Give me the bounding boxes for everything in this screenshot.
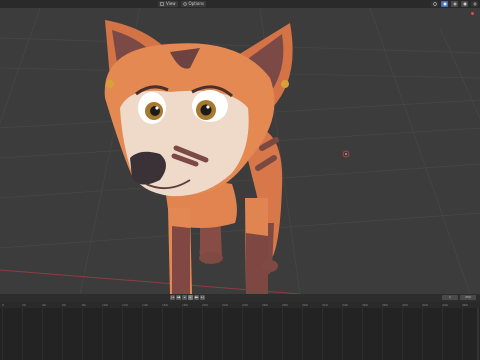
frame-gridline	[122, 308, 123, 360]
shading-material-icon[interactable]	[451, 1, 458, 7]
frame-gridline	[202, 308, 203, 360]
end-frame-field[interactable]: 250	[460, 295, 476, 300]
frame-gridline	[342, 308, 343, 360]
playback-controls: |◂ ◂◆ ◂ ▸ ◆▸ ▸|	[170, 295, 205, 300]
frame-gridline	[62, 308, 63, 360]
viewport-scene	[0, 8, 480, 294]
viewport-header: View Options	[0, 0, 480, 8]
start-frame-field[interactable]: 1	[442, 295, 458, 300]
frame-gridline	[382, 308, 383, 360]
frame-gridline	[262, 308, 263, 360]
header-right-tools	[431, 0, 478, 8]
frame-gridline	[462, 308, 463, 360]
navigation-gizmo-x[interactable]	[471, 12, 474, 15]
play-reverse-icon[interactable]: ◂	[182, 295, 187, 300]
options-label: Options	[188, 1, 204, 6]
frame-gridline	[2, 308, 3, 360]
frame-gridline	[82, 308, 83, 360]
timeline-editor: |◂ ◂◆ ◂ ▸ ◆▸ ▸| 1 250 0 20 40 60 80 100 120 140 160 18…	[0, 294, 480, 360]
header-center-menu: View Options	[158, 0, 206, 8]
prev-key-icon[interactable]: ◂◆	[176, 295, 181, 300]
frame-gridline	[22, 308, 23, 360]
frame-gridline	[182, 308, 183, 360]
jump-end-icon[interactable]: ▸|	[200, 295, 205, 300]
shading-solid-icon[interactable]	[441, 1, 448, 7]
timeline-scrollbar[interactable]	[477, 308, 479, 360]
overlay-icon[interactable]	[431, 1, 438, 7]
jump-start-icon[interactable]: |◂	[170, 295, 175, 300]
orientation-icon	[160, 2, 164, 6]
frame-gridline	[422, 308, 423, 360]
keyframe-area[interactable]	[0, 308, 480, 360]
frame-gridline	[362, 308, 363, 360]
frame-gridline	[442, 308, 443, 360]
pivot-icon	[182, 2, 187, 6]
frame-gridline	[102, 308, 103, 360]
play-icon[interactable]: ▸	[188, 295, 193, 300]
gizmo-icon[interactable]	[471, 1, 478, 7]
next-key-icon[interactable]: ◆▸	[194, 295, 199, 300]
frame-range: 1 250	[442, 295, 476, 300]
fox-character[interactable]	[104, 20, 293, 294]
blender-window: View Options |◂ ◂◆ ◂ ▸ ◆▸ ▸| 1 250 0 20 …	[0, 0, 480, 360]
3d-viewport[interactable]	[0, 8, 480, 294]
options-dropdown[interactable]: Options	[180, 1, 206, 7]
frame-gridline	[222, 308, 223, 360]
frame-gridline	[42, 308, 43, 360]
frame-gridline	[162, 308, 163, 360]
frame-gridline	[322, 308, 323, 360]
frame-gridline	[142, 308, 143, 360]
frame-gridline	[282, 308, 283, 360]
frame-gridline	[402, 308, 403, 360]
view-label: View	[166, 1, 176, 6]
view-dropdown[interactable]: View	[158, 1, 178, 7]
frame-gridline	[302, 308, 303, 360]
frame-gridline	[242, 308, 243, 360]
shading-rendered-icon[interactable]	[461, 1, 468, 7]
timeline-header: |◂ ◂◆ ◂ ▸ ◆▸ ▸| 1 250	[0, 294, 480, 302]
